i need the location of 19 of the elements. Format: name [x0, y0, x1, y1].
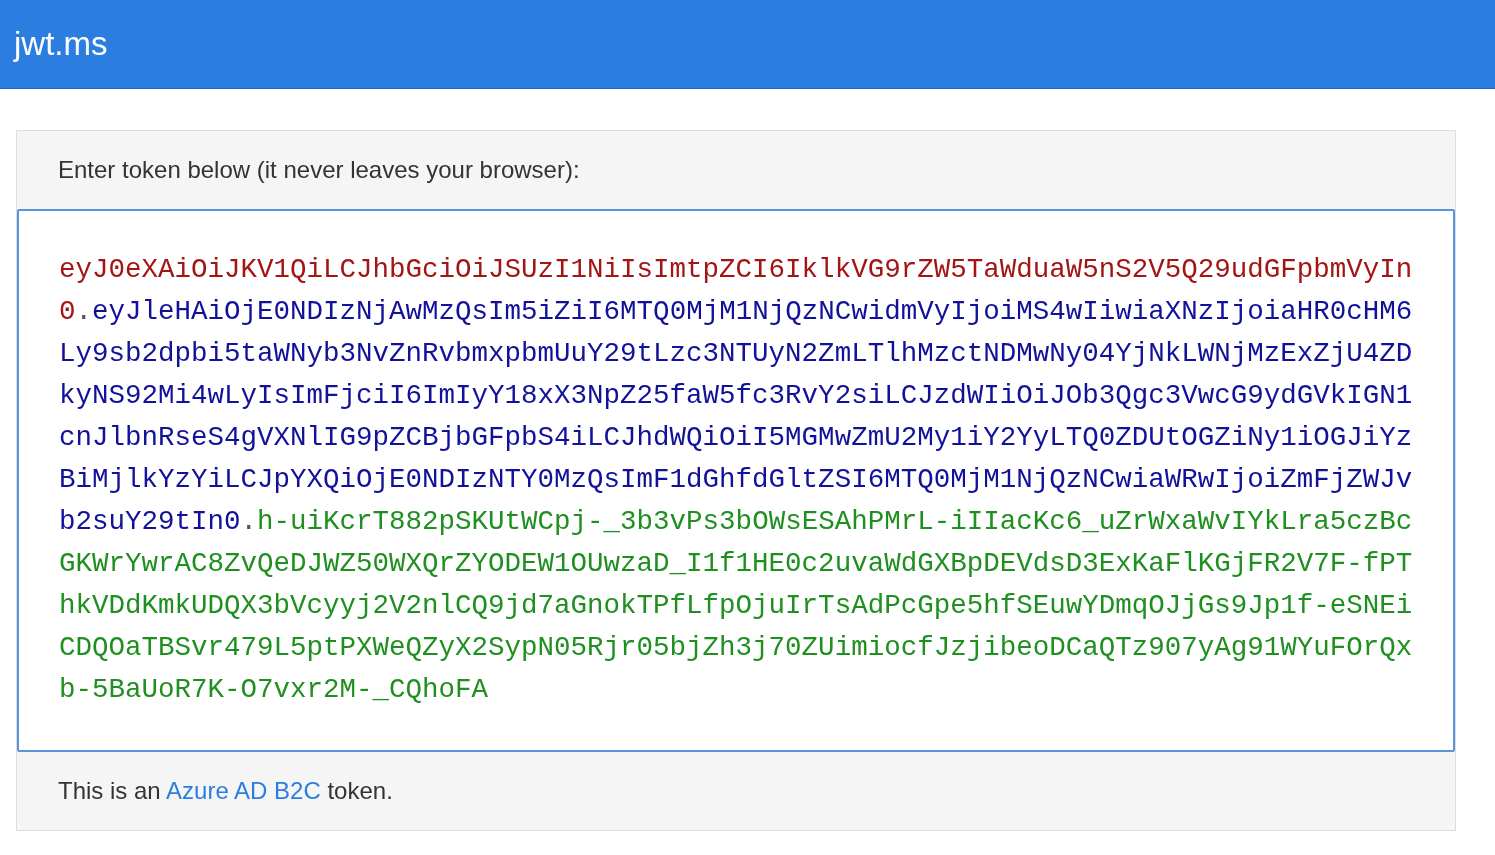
token-text: kyNS92Mi4wLyIsImFjciI6ImIyY18xX3NpZ25faW5fc3RvY2siLCJzdWIiOiJOb3Qgc3VwcG9ydGVkIGN1: [59, 380, 1413, 411]
token-text: b2suY29tIn0: [59, 506, 241, 537]
token-text: GKWrYwrAC8ZvQeDJWZ50WXQrZYODEW1OUwzaD_I1f1HE0c2uvaWdGXBpDEVdsD3ExKaFlKGjFR2V7F-fPT: [59, 548, 1413, 579]
token-text: cnJlbnRseS4gVXNlIG9pZCBjbGFpbS4iLCJhdWQiOiI5MGMwZmU2My1iY2YyLTQ0ZDUtOGZiNy1iOGJiYz: [59, 422, 1413, 453]
token-text: eyJleHAiOjE0NDIzNjAwMzQsIm5iZiI6MTQ0MjM1NjQzNCwidmVyIjoiMS4wIiwiaXNzIjoiaHR0cHM6: [92, 296, 1413, 327]
site-title: jwt.ms: [14, 24, 108, 65]
prompt-text: Enter token below (it never leaves your browser):: [58, 155, 580, 185]
token-text: hkVDdKmkUDQX3bVcyyj2V2nlCQ9jd7aGnokTPfLfpOjuIrTsAdPcGpe5hfSEuwYDmqOJjGs9Jp1f-eSNEi: [59, 590, 1413, 621]
azure-ad-b2c-link[interactable]: Azure AD B2C: [166, 777, 321, 804]
token-text: BiMjlkYzYiLCJpYXQiOjE0NDIzNTY0MzQsImF1dGhfdGltZSI6MTQ0MjM1NjQzNCwiaWRwIjoiZmFjZWJv: [59, 464, 1413, 495]
token-text: .: [240, 506, 258, 537]
token-text: Ly9sb2dpbi5taWNyb3NvZnRvbmxpbmUuY29tLzc3NTUyN2ZmLTlhMzctNDMwNy04YjNkLWNjMzExZjU4ZD: [59, 338, 1413, 369]
token-text: eyJ0eXAiOiJKV1QiLCJhbGciOiJSUzI1NiIsImtpZCI6IklkVG9rZW5TaWduaW5nS2V5Q29udGFpbmVyIn: [59, 254, 1413, 285]
token-text: .: [75, 296, 93, 327]
token-type-sentence: This is an Azure AD B2C token.: [58, 776, 393, 806]
token-text: h-uiKcrT882pSKUtWCpj-_3b3vPs3bOWsESAhPMrL-iIIacKc6_uZrWxaWvIYkLra5czBc: [257, 506, 1413, 537]
token-text: 0: [59, 296, 76, 327]
token-text: CDQOaTBSvr479L5ptPXWeQZyX2SypN05Rjr05bjZh3j70ZUimiocfJzjibeoDCaQTz907yAg91WYuFOrQx: [59, 632, 1413, 663]
token-text: b-5BaUoR7K-O7vxr2M-_CQhoFA: [59, 674, 489, 705]
